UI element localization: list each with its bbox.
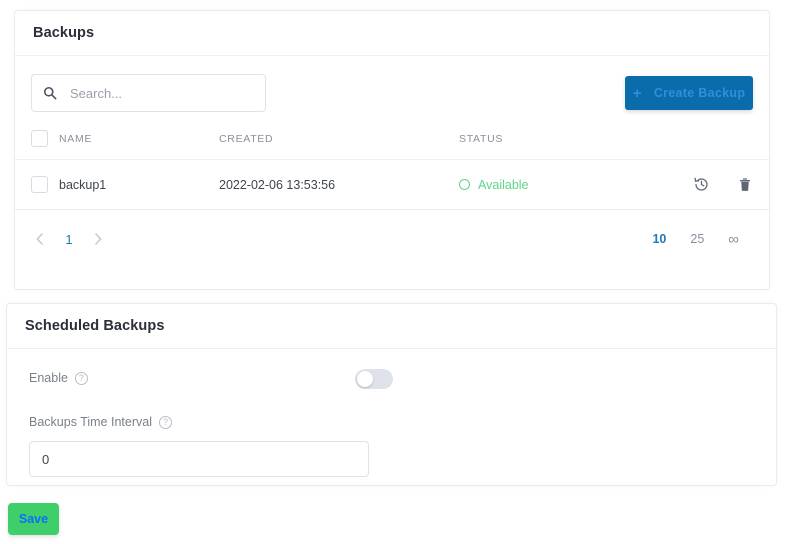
table-row: backup1 2022-02-06 13:53:56 Available [15,159,769,210]
scheduled-backups-title: Scheduled Backups [25,318,165,334]
row-checkbox[interactable] [31,176,48,193]
interval-field: Backups Time Interval ? [29,413,754,477]
backup-name-cell: backup1 [59,159,219,210]
page-number-1[interactable]: 1 [63,232,75,247]
column-header-created: CREATED [219,126,459,160]
backups-table: NAME CREATED STATUS backup1 2022-02-06 1… [15,126,769,210]
page-size-selector: 10 25 ∞ [652,231,753,248]
page-size-25[interactable]: 25 [690,232,704,246]
chevron-right-icon[interactable] [89,230,107,248]
page-size-all[interactable]: ∞ [728,231,739,248]
help-circle-icon[interactable]: ? [74,371,88,385]
column-header-actions [669,126,769,160]
backups-table-body: backup1 2022-02-06 13:53:56 Available [15,159,769,210]
delete-icon[interactable] [736,176,753,193]
chevron-left-icon[interactable] [31,230,49,248]
backups-table-head: NAME CREATED STATUS [15,126,769,160]
backups-card: Backups + Create Backup NAME CREATE [14,10,770,290]
toggle-knob [357,371,373,387]
column-header-status: STATUS [459,126,669,160]
pagination: 1 10 25 ∞ [15,210,769,268]
enable-label: Enable [29,371,68,385]
backup-created-cell: 2022-02-06 13:53:56 [219,159,459,210]
backups-toolbar: + Create Backup [15,56,769,126]
search-field-wrapper [31,74,266,112]
help-circle-icon[interactable]: ? [158,415,172,429]
table-header-row: NAME CREATED STATUS [15,126,769,160]
scheduled-backups-card: Scheduled Backups Enable ? Backups Time … [6,303,777,486]
select-all-checkbox[interactable] [31,130,48,147]
backups-card-header: Backups [15,11,769,56]
enable-row: Enable ? [29,369,754,393]
backup-status-cell: Available [459,159,669,210]
status-circle-icon [459,179,470,190]
interval-label: Backups Time Interval [29,415,152,429]
interval-label-group: Backups Time Interval ? [29,415,172,429]
plus-icon: + [632,84,642,102]
page-size-10[interactable]: 10 [652,232,666,246]
restore-icon[interactable] [693,176,710,193]
column-header-name: NAME [59,126,219,160]
row-select-cell [15,159,59,210]
search-input[interactable] [31,74,266,112]
scheduled-backups-form: Enable ? Backups Time Interval ? [7,349,776,499]
create-backup-label: Create Backup [653,86,746,100]
save-button[interactable]: Save [8,503,59,535]
status-badge: Available [478,177,529,192]
scheduled-card-header: Scheduled Backups [7,304,776,349]
create-backup-button[interactable]: + Create Backup [625,76,753,110]
row-actions-cell [669,159,769,210]
backups-time-interval-input[interactable] [29,441,369,477]
select-all-header [15,126,59,160]
page-title: Backups [33,25,95,41]
enable-toggle[interactable] [355,369,393,389]
enable-label-group: Enable ? [29,371,88,385]
pagination-pages: 1 [31,230,107,248]
